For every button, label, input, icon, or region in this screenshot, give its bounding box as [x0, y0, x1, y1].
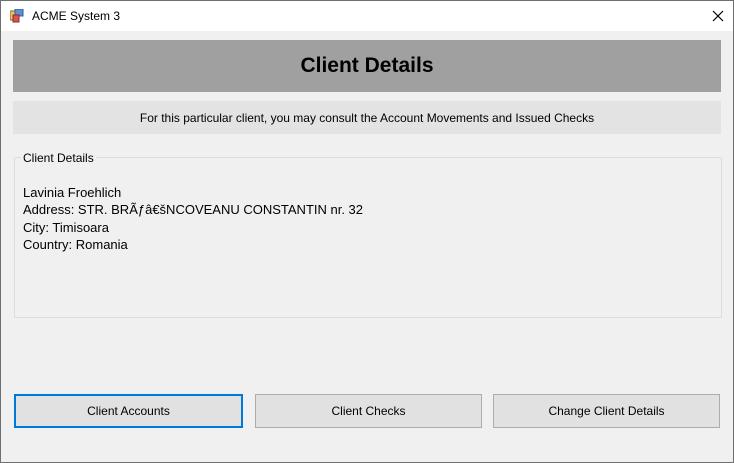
app-window: ACME System 3 Client Details For this pa… — [0, 0, 734, 463]
header-panel: Client Details — [13, 40, 721, 92]
info-text: For this particular client, you may cons… — [139, 110, 595, 125]
close-button[interactable] — [703, 1, 733, 31]
window-title: ACME System 3 — [32, 9, 121, 23]
close-icon — [712, 10, 724, 22]
title-bar[interactable]: ACME System 3 — [1, 1, 733, 31]
client-accounts-button[interactable]: Client Accounts — [14, 394, 243, 428]
groupbox-legend: Client Details — [21, 151, 96, 165]
page-title: Client Details — [300, 54, 434, 77]
client-address: Address: STR. BRÃƒâ€šNCOVEANU CONSTANTIN… — [23, 202, 364, 218]
client-details-text: Lavinia Froehlich Address: STR. BRÃƒâ€šN… — [23, 184, 363, 253]
client-country: Country: Romania — [23, 236, 128, 252]
change-client-details-button[interactable]: Change Client Details — [493, 394, 720, 428]
client-checks-button[interactable]: Client Checks — [255, 394, 482, 428]
info-panel: For this particular client, you may cons… — [13, 101, 721, 134]
client-city: City: Timisoara — [23, 219, 109, 235]
client-name: Lavinia Froehlich — [23, 185, 122, 200]
client-details-groupbox: Client Details Lavinia Froehlich Address… — [14, 152, 722, 318]
app-window-icon — [9, 8, 24, 23]
